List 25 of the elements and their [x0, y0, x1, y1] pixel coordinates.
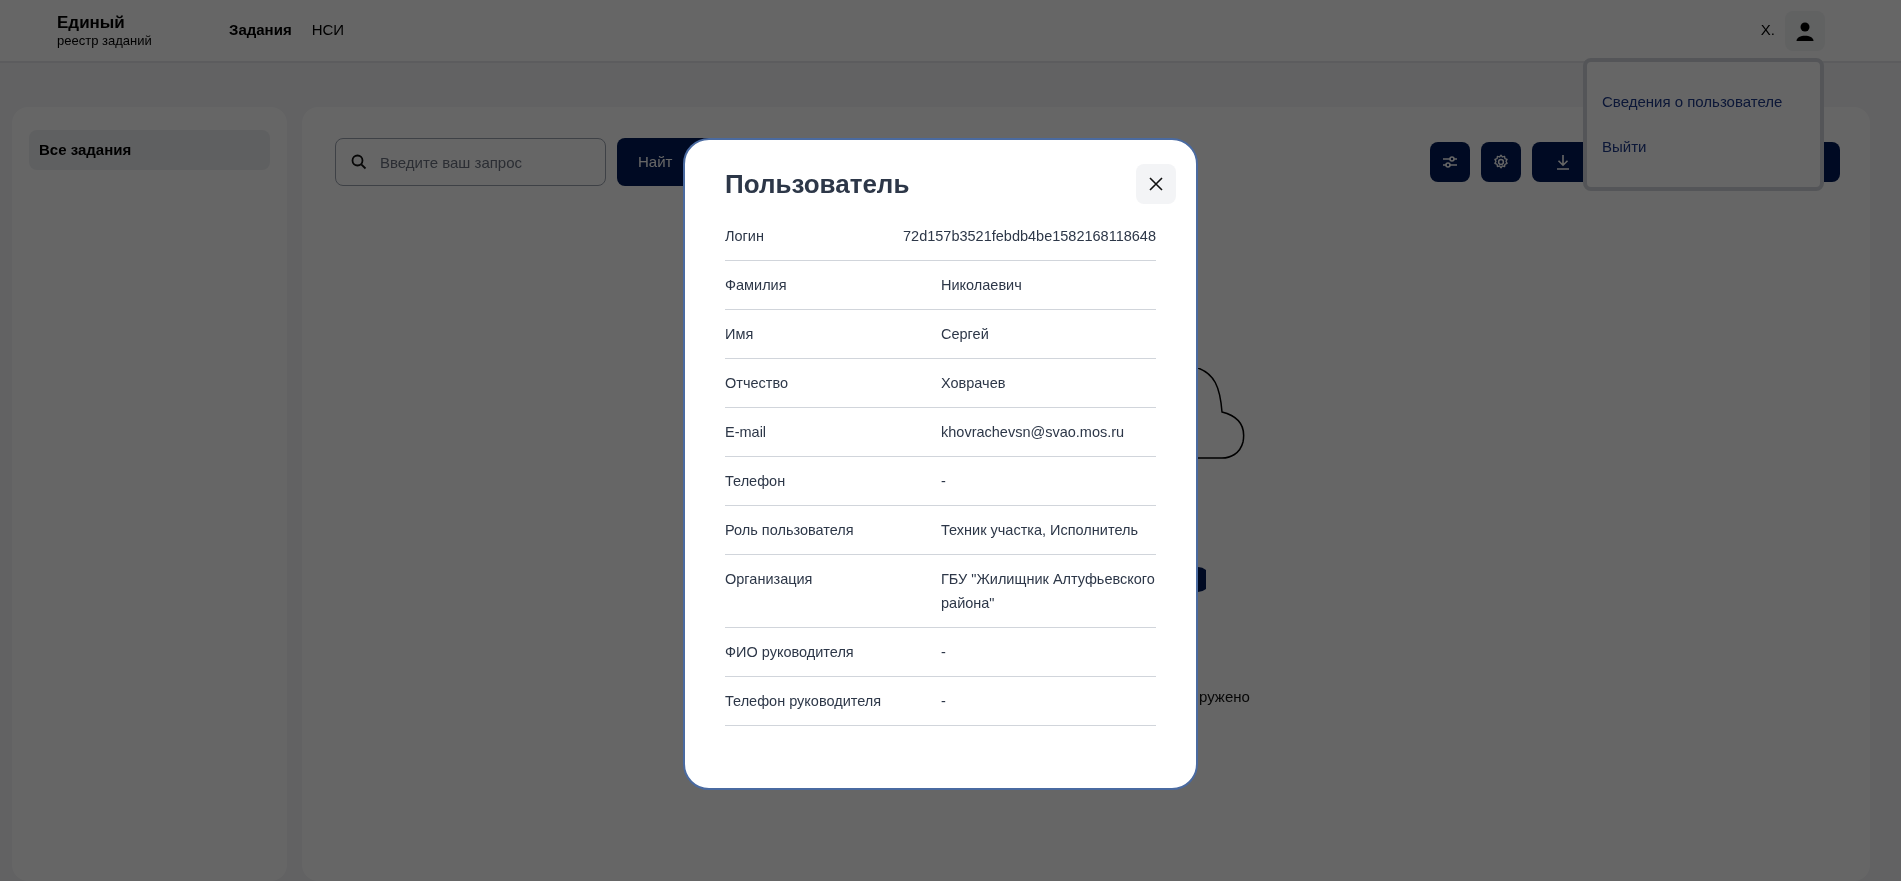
field-label: E-mail	[725, 423, 767, 442]
field-label: Роль пользователя	[725, 521, 854, 540]
field-value: -	[941, 472, 947, 491]
user-initials: Х.	[1760, 20, 1775, 41]
logo-subtitle: реестр заданий	[57, 32, 153, 49]
field-value: 72d157b3521febdb4be1582168118648	[903, 227, 1156, 246]
dialog-title: Пользователь	[725, 167, 910, 201]
field-label: Отчество	[725, 374, 789, 393]
logo-title: Единый	[57, 12, 126, 33]
field-value: Николаевич	[941, 276, 1023, 295]
field-label: Телефон руководителя	[725, 692, 882, 711]
field-value: khovrachevsn@svao.mos.ru	[941, 423, 1126, 442]
field-label: Организация	[725, 570, 813, 589]
field-value: Ховрачев	[941, 374, 1007, 393]
field-value: Сергей	[941, 325, 990, 344]
field-label: Логин	[725, 227, 764, 246]
field-value: Техник участка, Исполнитель	[941, 521, 1139, 540]
field-value: ГБУ "Жилищник Алтуфьевского района"	[941, 570, 1156, 613]
field-label: Имя	[725, 325, 754, 344]
field-label: Фамилия	[725, 276, 787, 295]
field-value: -	[941, 643, 947, 662]
field-value: -	[941, 692, 947, 711]
field-label: ФИО руководителя	[725, 643, 854, 662]
field-label: Телефон	[725, 472, 786, 491]
empty-state-message: ружено	[1199, 687, 1250, 707]
